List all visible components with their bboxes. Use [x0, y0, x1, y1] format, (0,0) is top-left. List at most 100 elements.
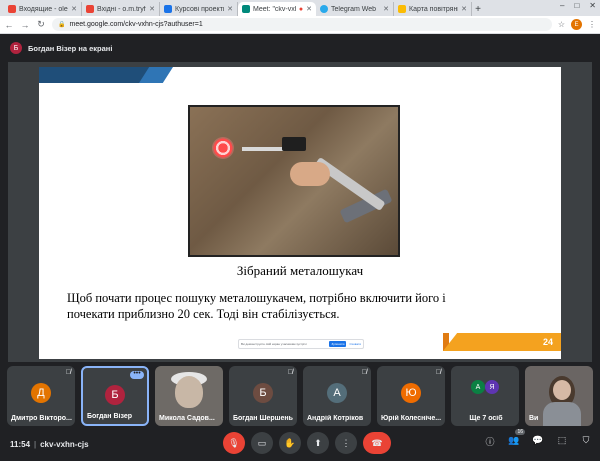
camera-toggle-button[interactable]: ▭: [251, 432, 273, 454]
window-controls: – □ ✕: [560, 1, 596, 10]
participant-name: Микола Садов...: [159, 415, 215, 422]
participant-name: Андрій Котріков: [307, 415, 364, 422]
toolbar-right: ☆ Е ⋮: [558, 19, 596, 30]
meeting-code: ckv-vxhn-cjs: [40, 440, 89, 449]
new-tab-button[interactable]: +: [472, 2, 484, 16]
separator: |: [34, 440, 37, 449]
end-call-button[interactable]: ☎: [363, 432, 391, 454]
url-text: meet.google.com/ckv-vxhn-cjs?authuser=1: [69, 21, 203, 28]
close-icon[interactable]: ✕: [383, 5, 389, 13]
people-icon[interactable]: 👥 16: [508, 429, 525, 448]
tab-label: Курсові проекти К: [175, 5, 224, 13]
close-window-button[interactable]: ✕: [589, 1, 596, 10]
participant-name: Юрій Колесніче...: [381, 415, 442, 422]
participant-name: Богдан Шершень: [233, 415, 293, 422]
map-icon: [398, 5, 406, 13]
participant-tile[interactable]: 🎙̸ Д Дмитро Вікторо...: [7, 366, 75, 426]
participant-strip: 🎙̸ Д Дмитро Вікторо... ••• Б Богдан Візе…: [0, 366, 600, 428]
share-status-text: Ви демонструєте свій екран учасникам зус…: [241, 342, 307, 346]
mini-avatar: Я: [485, 380, 499, 394]
tab-label: Вхідні - o.m.tryfon: [97, 5, 146, 13]
participant-name: Дмитро Вікторо...: [11, 415, 72, 422]
activities-icon[interactable]: ⬚: [556, 435, 568, 448]
participant-avatar: Б: [105, 385, 125, 405]
bookmark-star-icon[interactable]: ☆: [558, 20, 565, 29]
close-icon[interactable]: ✕: [461, 5, 467, 13]
meeting-control-bar: 11:54 | ckv-vxhn-cjs 🎙 ▭ ✋ ⬆ ⋮ ☎ ⓘ 👥 16 💬…: [0, 428, 600, 461]
participant-name: Ви: [529, 415, 539, 422]
tab-label: Telegram Web: [331, 5, 377, 13]
self-view-tile[interactable]: Ви: [525, 366, 593, 426]
slide-body-text: Щоб почати процес пошуку металошукачем, …: [67, 291, 446, 321]
chat-icon[interactable]: 💬: [532, 435, 544, 448]
tab-label: Meet: "ckv-vxhn: [253, 5, 296, 13]
more-options-button[interactable]: ⋮: [335, 432, 357, 454]
stop-sharing-button[interactable]: Зупинити: [329, 341, 347, 347]
participant-avatar: А: [327, 383, 347, 403]
meeting-side-controls: ⓘ 👥 16 💬 ⬚ ⛉: [484, 429, 592, 448]
video-feed-face: [553, 380, 571, 400]
participant-tile[interactable]: 🎙̸ А Андрій Котріков: [303, 366, 371, 426]
browser-tab-2[interactable]: Вхідні - o.m.tryfon ✕: [82, 2, 160, 16]
participant-tile[interactable]: 🎙̸ Ю Юрій Колесніче...: [377, 366, 445, 426]
mini-avatar: А: [471, 380, 485, 394]
slide-caption: Зібраний металошукач: [236, 263, 364, 278]
browser-tab-5[interactable]: Telegram Web ✕: [316, 2, 394, 16]
browser-tab-6[interactable]: Карта повітряних ✕: [394, 2, 472, 16]
hide-strip-button[interactable]: Сховати: [349, 342, 361, 346]
participant-tile[interactable]: Микола Садов...: [155, 366, 223, 426]
people-count-badge: 16: [515, 429, 525, 435]
minimize-button[interactable]: –: [560, 1, 564, 10]
close-icon[interactable]: ✕: [149, 5, 155, 13]
page-number-band: 24: [443, 333, 561, 351]
participant-tile[interactable]: 🎙̸ Б Богдан Шершень: [229, 366, 297, 426]
present-now-button[interactable]: ⬆: [307, 432, 329, 454]
meet-icon: [242, 5, 250, 13]
photo-hand: [290, 162, 330, 186]
participant-name: Богдан Візер: [87, 413, 133, 420]
more-options-icon[interactable]: •••: [130, 370, 144, 379]
lock-icon: 🔒: [58, 22, 66, 28]
presenter-bar: Б Богдан Візер на екрані: [0, 34, 600, 62]
mic-off-icon: 🎙̸: [361, 369, 367, 376]
meeting-info-icon[interactable]: ⓘ: [484, 435, 496, 448]
video-feed-body: [543, 402, 581, 426]
participant-avatar: Б: [253, 383, 273, 403]
video-feed-face: [175, 376, 203, 408]
close-icon[interactable]: ✕: [71, 5, 77, 13]
microphone-toggle-button[interactable]: 🎙: [223, 432, 245, 454]
presenter-label: Богдан Візер на екрані: [28, 43, 113, 53]
photo-target-light: [212, 137, 234, 159]
photo-control-box: [282, 137, 306, 151]
browser-tab-3[interactable]: Курсові проекти К ✕: [160, 2, 238, 16]
page-number: 24: [542, 337, 553, 347]
close-icon[interactable]: ✕: [306, 5, 312, 13]
presentation-stage: Зібраний металошукач Щоб почати процес п…: [8, 62, 592, 362]
forward-button[interactable]: →: [20, 20, 30, 30]
current-time: 11:54: [10, 440, 31, 449]
docs-icon: [164, 5, 172, 13]
screen-share-control-strip: Ви демонструєте свій екран учасникам зус…: [238, 339, 364, 349]
participant-tile[interactable]: ••• Б Богдан Візер: [81, 366, 149, 426]
profile-avatar[interactable]: Е: [571, 19, 582, 30]
more-participants-tile[interactable]: А Я Ще 7 осіб: [451, 366, 519, 426]
mic-off-icon: 🎙̸: [287, 369, 293, 376]
mic-off-icon: 🎙̸: [435, 369, 441, 376]
maximize-button[interactable]: □: [574, 1, 579, 10]
browser-menu-icon[interactable]: ⋮: [588, 20, 596, 29]
host-controls-icon[interactable]: ⛉: [580, 435, 592, 448]
browser-tab-1[interactable]: Входящие - olenat ✕: [4, 2, 82, 16]
address-bar[interactable]: 🔒 meet.google.com/ckv-vxhn-cjs?authuser=…: [52, 18, 552, 31]
telegram-icon: [320, 5, 328, 13]
raise-hand-button[interactable]: ✋: [279, 432, 301, 454]
recording-dot-icon: ●: [298, 5, 304, 13]
reload-button[interactable]: ↻: [36, 19, 46, 30]
presenter-avatar: Б: [10, 42, 22, 54]
back-button[interactable]: ←: [4, 20, 14, 30]
browser-toolbar: ← → ↻ 🔒 meet.google.com/ckv-vxhn-cjs?aut…: [0, 16, 600, 34]
metal-detector-photo: [188, 105, 400, 257]
participant-name: Ще 7 осіб: [469, 415, 503, 422]
close-icon[interactable]: ✕: [227, 5, 233, 13]
gmail-icon: [8, 5, 16, 13]
browser-tab-meet[interactable]: Meet: "ckv-vxhn ● ✕: [238, 2, 316, 16]
